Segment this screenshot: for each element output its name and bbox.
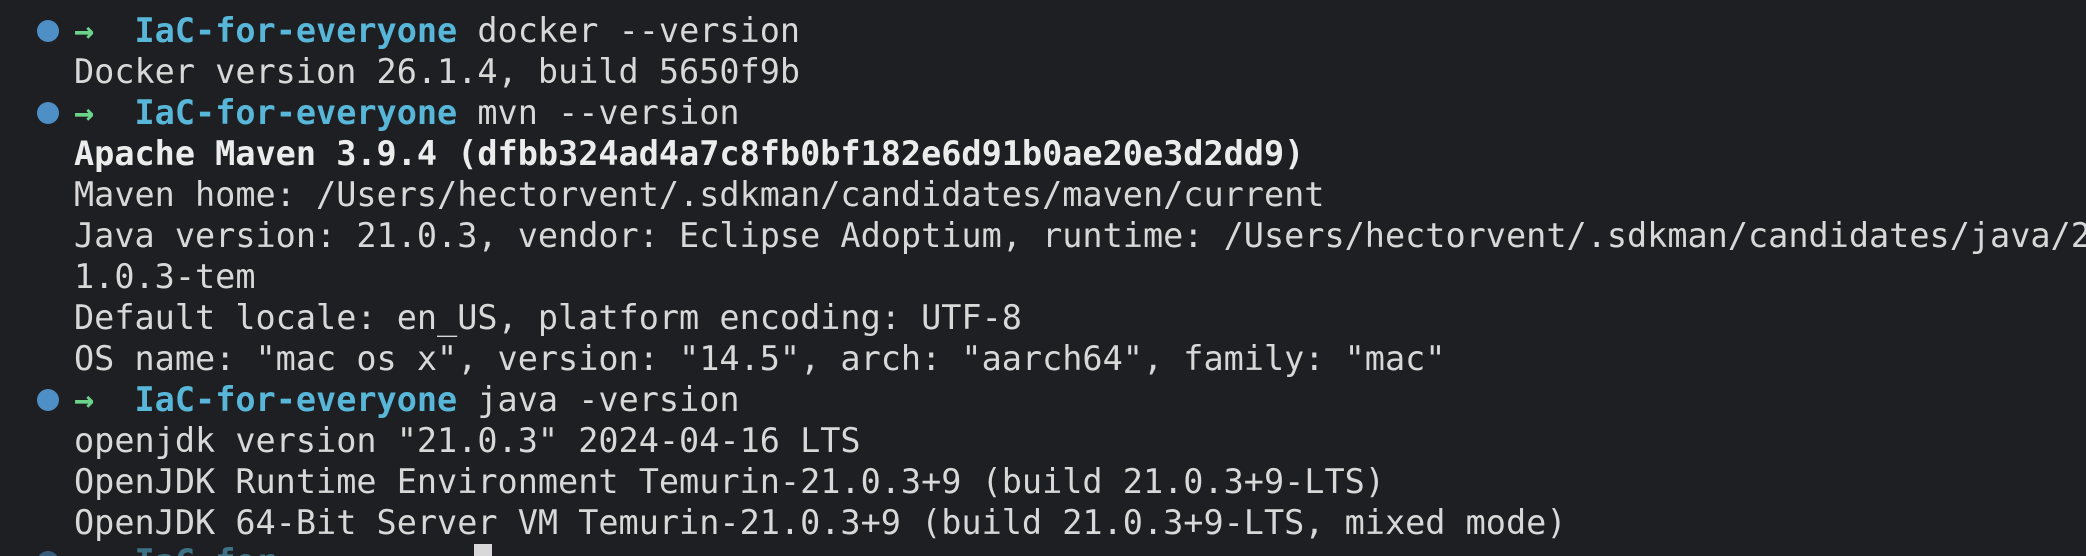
prompt-arrow-icon: →: [74, 93, 95, 132]
output-line: 1.0.3-tem: [74, 257, 256, 296]
output-line: Maven home: /Users/hectorvent/.sdkman/ca…: [74, 175, 1325, 214]
prompt-directory: IaC-for-everyone: [134, 11, 458, 50]
current-prompt-line[interactable]: → IaC-for: [74, 541, 276, 556]
prompt-status-dot: [37, 551, 59, 556]
command-text: java -version: [477, 380, 740, 419]
prompt-status-dot: [37, 20, 59, 42]
command-text: mvn --version: [477, 93, 740, 132]
prompt-arrow-icon: →: [74, 11, 95, 50]
output-line: Java version: 21.0.3, vendor: Eclipse Ad…: [74, 216, 2086, 255]
output-line: openjdk version "21.0.3" 2024-04-16 LTS: [74, 421, 861, 460]
prompt-arrow-icon: →: [74, 542, 94, 556]
prompt-status-dot: [37, 102, 59, 124]
output-line: Docker version 26.1.4, build 5650f9b: [74, 52, 801, 91]
prompt-directory: IaC-for-everyone: [134, 380, 458, 419]
terminal-window[interactable]: → IaC-for-everyone docker --version Dock…: [0, 0, 2086, 556]
prompt-status-dot: [37, 389, 59, 411]
output-line: OpenJDK Runtime Environment Temurin-21.0…: [74, 462, 1385, 501]
output-line: OpenJDK 64-Bit Server VM Temurin-21.0.3+…: [74, 503, 1567, 542]
prompt-line: → IaC-for-everyone java -version: [74, 379, 740, 420]
command-text: docker --version: [477, 11, 801, 50]
text-cursor[interactable]: [474, 544, 492, 556]
prompt-directory: IaC-for-everyone: [134, 93, 458, 132]
prompt-directory: IaC-for: [135, 542, 276, 556]
output-line: Apache Maven 3.9.4 (dfbb324ad4a7c8fb0bf1…: [74, 134, 1305, 173]
output-line: Default locale: en_US, platform encoding…: [74, 298, 1022, 337]
output-line: OS name: "mac os x", version: "14.5", ar…: [74, 339, 1446, 378]
prompt-line: → IaC-for-everyone mvn --version: [74, 92, 740, 133]
prompt-line: → IaC-for-everyone docker --version: [74, 10, 800, 51]
prompt-arrow-icon: →: [74, 380, 95, 419]
